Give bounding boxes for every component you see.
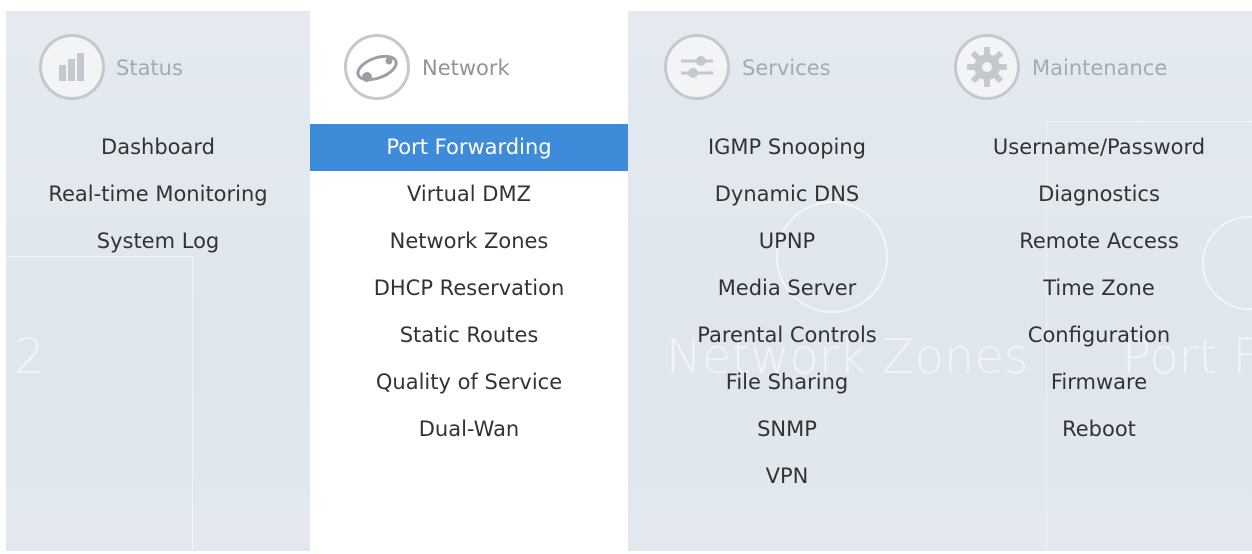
menu-item-media-server[interactable]: Media Server bbox=[628, 265, 946, 312]
menu-item-diagnostics[interactable]: Diagnostics bbox=[946, 171, 1252, 218]
bar-chart-icon bbox=[39, 34, 105, 100]
menu-header-status[interactable]: Status bbox=[6, 34, 310, 104]
menu-list-maintenance: Username/Password Diagnostics Remote Acc… bbox=[946, 124, 1252, 453]
menu-title-maintenance: Maintenance bbox=[1032, 56, 1168, 80]
menu-item-dynamic-dns[interactable]: Dynamic DNS bbox=[628, 171, 946, 218]
menu-item-reboot[interactable]: Reboot bbox=[946, 406, 1252, 453]
menu-list-network: Port Forwarding Virtual DMZ Network Zone… bbox=[310, 124, 628, 453]
menu-item-igmp-snooping[interactable]: IGMP Snooping bbox=[628, 124, 946, 171]
menu-item-time-zone[interactable]: Time Zone bbox=[946, 265, 1252, 312]
menu-item-configuration[interactable]: Configuration bbox=[946, 312, 1252, 359]
menu-item-quality-of-service[interactable]: Quality of Service bbox=[310, 359, 628, 406]
menu-header-network[interactable]: Network bbox=[310, 34, 628, 104]
menu-column-status: Status Dashboard Real-time Monitoring Sy… bbox=[6, 11, 310, 551]
menu-column-services: Services IGMP Snooping Dynamic DNS UPNP … bbox=[628, 11, 946, 551]
menu-column-maintenance: Maintenance Username/Password Diagnostic… bbox=[946, 11, 1252, 551]
menu-item-firmware[interactable]: Firmware bbox=[946, 359, 1252, 406]
menu-header-services[interactable]: Services bbox=[628, 34, 946, 104]
menu-item-dual-wan[interactable]: Dual-Wan bbox=[310, 406, 628, 453]
menu-title-services: Services bbox=[742, 56, 831, 80]
menu-title-status: Status bbox=[116, 56, 183, 80]
network-icon bbox=[344, 34, 410, 100]
menu-item-static-routes[interactable]: Static Routes bbox=[310, 312, 628, 359]
menu-item-snmp[interactable]: SNMP bbox=[628, 406, 946, 453]
menu-column-network: Network Port Forwarding Virtual DMZ Netw… bbox=[310, 11, 628, 551]
menu-item-dhcp-reservation[interactable]: DHCP Reservation bbox=[310, 265, 628, 312]
gear-icon bbox=[954, 34, 1020, 100]
menu-item-system-log[interactable]: System Log bbox=[6, 218, 310, 265]
menu-item-file-sharing[interactable]: File Sharing bbox=[628, 359, 946, 406]
sliders-icon bbox=[664, 34, 730, 100]
menu-item-parental-controls[interactable]: Parental Controls bbox=[628, 312, 946, 359]
menu-list-services: IGMP Snooping Dynamic DNS UPNP Media Ser… bbox=[628, 124, 946, 500]
main-menu: Network Zones Port F 2 Status Dashboard … bbox=[6, 11, 1252, 551]
menu-title-network: Network bbox=[422, 56, 510, 80]
menu-item-upnp[interactable]: UPNP bbox=[628, 218, 946, 265]
menu-item-virtual-dmz[interactable]: Virtual DMZ bbox=[310, 171, 628, 218]
menu-item-dashboard[interactable]: Dashboard bbox=[6, 124, 310, 171]
menu-item-real-time-monitoring[interactable]: Real-time Monitoring bbox=[6, 171, 310, 218]
menu-item-username-password[interactable]: Username/Password bbox=[946, 124, 1252, 171]
menu-item-port-forwarding[interactable]: Port Forwarding bbox=[310, 124, 628, 171]
menu-list-status: Dashboard Real-time Monitoring System Lo… bbox=[6, 124, 310, 265]
menu-item-vpn[interactable]: VPN bbox=[628, 453, 946, 500]
menu-item-network-zones[interactable]: Network Zones bbox=[310, 218, 628, 265]
menu-item-remote-access[interactable]: Remote Access bbox=[946, 218, 1252, 265]
menu-header-maintenance[interactable]: Maintenance bbox=[946, 34, 1252, 104]
